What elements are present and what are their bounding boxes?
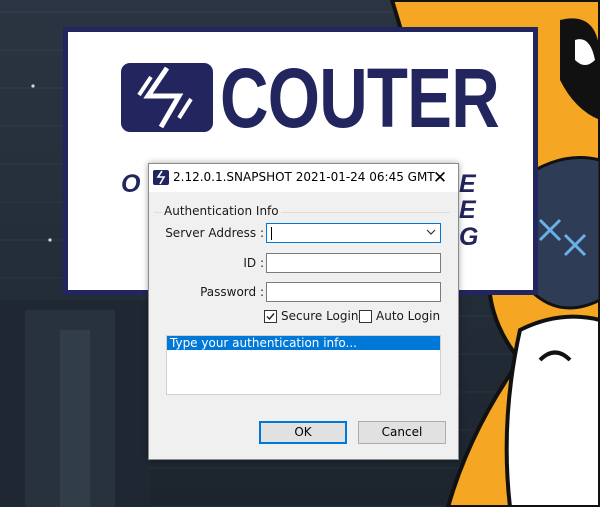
group-title: Authentication Info: [162, 204, 281, 218]
checkmark-icon: [266, 313, 275, 321]
authentication-group: Authentication Info Server Address : ID …: [154, 202, 452, 400]
dialog-title: 2.12.0.1.SNAPSHOT 2021-01-24 06:45 GMT: [173, 170, 435, 184]
checkbox-box[interactable]: [264, 310, 277, 323]
password-field[interactable]: [266, 282, 441, 302]
close-icon[interactable]: ✕: [427, 166, 453, 190]
secure-login-checkbox[interactable]: Secure Login: [264, 309, 359, 325]
tagline-fragment: E: [459, 196, 476, 224]
ok-button[interactable]: OK: [259, 421, 347, 444]
tagline-fragment: E: [459, 170, 476, 198]
text-caret: [271, 227, 272, 240]
scouter-logo-icon: [121, 63, 213, 132]
auto-login-label: Auto Login: [376, 309, 441, 323]
id-label: ID :: [243, 256, 264, 270]
id-field[interactable]: [266, 253, 441, 273]
tagline-fragment: O: [121, 170, 141, 198]
status-message-list[interactable]: Type your authentication info...: [166, 335, 441, 395]
scouter-logo-icon: [153, 170, 169, 185]
login-dialog: 2.12.0.1.SNAPSHOT 2021-01-24 06:45 GMT ✕…: [148, 163, 459, 460]
brand-wordmark: COUTER: [220, 51, 500, 145]
secure-login-label: Secure Login: [281, 309, 359, 323]
auto-login-checkbox[interactable]: Auto Login: [359, 309, 441, 325]
status-message-item[interactable]: Type your authentication info...: [167, 336, 440, 350]
server-address-combobox[interactable]: [266, 223, 441, 243]
cancel-button[interactable]: Cancel: [358, 421, 446, 444]
tagline-fragment: G: [459, 223, 479, 251]
dialog-titlebar[interactable]: 2.12.0.1.SNAPSHOT 2021-01-24 06:45 GMT ✕: [149, 164, 458, 192]
chevron-down-icon[interactable]: [426, 227, 436, 237]
checkbox-box[interactable]: [359, 310, 372, 323]
server-address-label: Server Address :: [165, 226, 264, 240]
password-label: Password :: [200, 285, 264, 299]
